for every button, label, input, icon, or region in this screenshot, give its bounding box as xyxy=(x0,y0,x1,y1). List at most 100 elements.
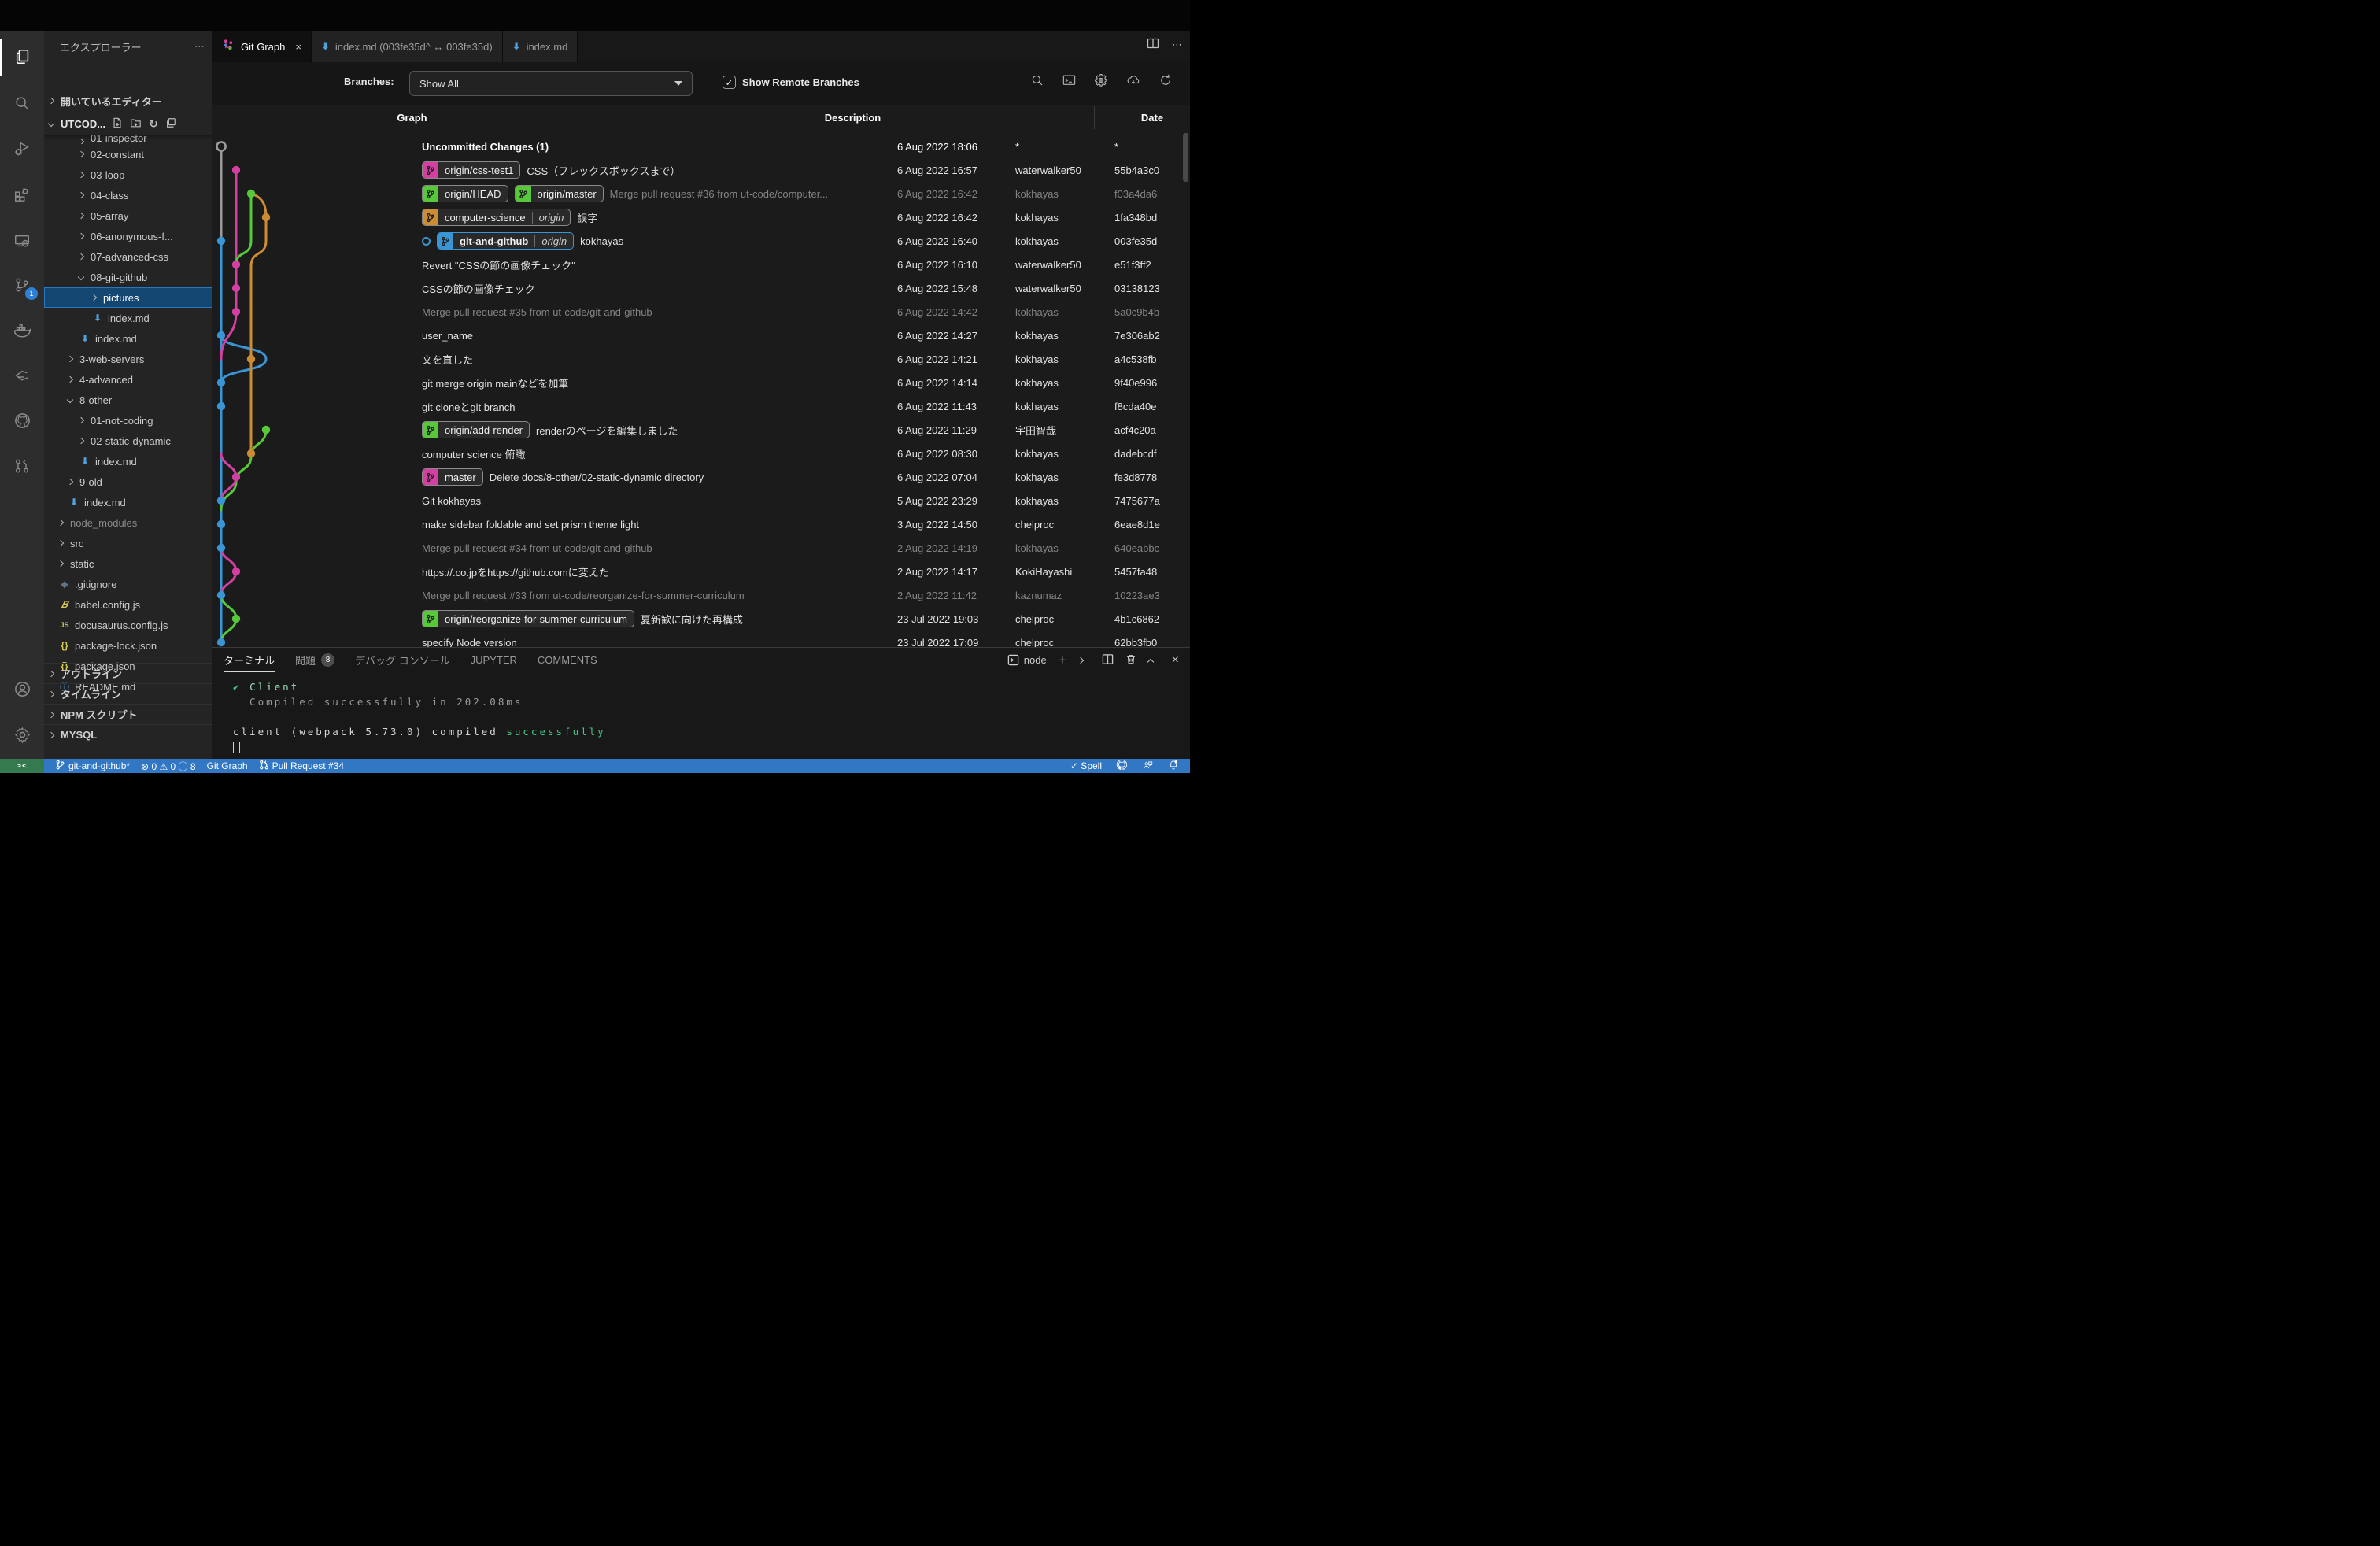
tree-item-04-class[interactable]: 04-class xyxy=(44,185,213,205)
tree-item-08-git-github[interactable]: 08-git-github xyxy=(44,267,213,287)
activity-pull-requests[interactable] xyxy=(0,448,44,486)
status-notifications[interactable] xyxy=(1168,759,1179,773)
tree-item-static[interactable]: static xyxy=(44,553,213,574)
branch-badge-origin-add-render[interactable]: origin/add-render xyxy=(422,421,530,438)
activity-explorer[interactable] xyxy=(0,39,44,76)
tree-item-4-advanced[interactable]: 4-advanced xyxy=(44,369,213,390)
tree-item-03-loop[interactable]: 03-loop xyxy=(44,165,213,185)
activity-gitlens[interactable] xyxy=(0,359,44,397)
activity-github[interactable] xyxy=(0,403,44,441)
tree-item-babel-config-js[interactable]: 𝐵babel.config.js xyxy=(44,594,213,615)
sidebar-section-NPM スクリプト[interactable]: NPM スクリプト xyxy=(44,704,213,724)
tree-item-9-old[interactable]: 9-old xyxy=(44,472,213,492)
commit-author: waterwalker50 xyxy=(1015,158,1110,182)
commit-message: Merge pull request #36 from ut-code/comp… xyxy=(610,188,828,200)
branch-badge-git-and-github[interactable]: git-and-githuborigin xyxy=(437,232,574,250)
table-scrollbar-thumb[interactable] xyxy=(1183,133,1188,182)
tree-item-node-modules[interactable]: node_modules xyxy=(44,512,213,533)
explorer-more-icon[interactable]: ⋯ xyxy=(194,40,205,53)
tab-git[interactable]: Git Graph× xyxy=(213,31,312,62)
terminal-icon[interactable] xyxy=(1062,73,1077,90)
activity-search[interactable] xyxy=(0,85,44,123)
show-remote-branches-checkbox[interactable]: ✓ Show Remote Branches xyxy=(722,76,859,89)
activity-remote-explorer[interactable] xyxy=(0,223,44,261)
tree-item-05-array[interactable]: 05-array xyxy=(44,205,213,226)
terminal-output[interactable]: ✔ Client Compiled successfully in 202.08… xyxy=(233,679,606,754)
chevron-right-icon xyxy=(48,711,54,717)
close-icon[interactable]: × xyxy=(295,41,301,53)
activity-docker[interactable] xyxy=(0,313,44,350)
branch-badge-origin-master[interactable]: origin/master xyxy=(515,185,604,202)
activity-accounts[interactable] xyxy=(0,671,44,709)
search-icon[interactable] xyxy=(1030,73,1044,90)
terminal-dropdown-icon[interactable] xyxy=(1077,656,1083,663)
status-github[interactable] xyxy=(1116,759,1128,773)
tree-item-07-advanced-css[interactable]: 07-advanced-css xyxy=(44,246,213,267)
new-terminal-icon[interactable]: + xyxy=(1059,653,1066,668)
sidebar-section-MYSQL[interactable]: MYSQL xyxy=(44,724,213,745)
activity-source-control[interactable]: 1 xyxy=(0,267,44,305)
activity-settings[interactable] xyxy=(0,717,44,755)
column-header-description[interactable]: Description xyxy=(612,105,1094,131)
tree-item--gitignore[interactable]: ◆.gitignore xyxy=(44,574,213,594)
tree-item-06-anonymous-f-[interactable]: 06-anonymous-f... xyxy=(44,226,213,246)
branch-badge-origin-head[interactable]: origin/HEAD xyxy=(422,185,508,202)
close-panel-icon[interactable]: × xyxy=(1172,653,1179,668)
split-editor-icon[interactable] xyxy=(1147,37,1159,52)
tree-item-3-web-servers[interactable]: 3-web-servers xyxy=(44,349,213,369)
column-header-graph[interactable]: Graph xyxy=(213,105,612,131)
workspace-section-header[interactable]: UTCOD... ↻ xyxy=(44,113,213,135)
status-pull-request[interactable]: Pull Request #34 xyxy=(259,760,344,772)
activity-extensions[interactable] xyxy=(0,176,44,213)
tab-index-md[interactable]: ⬇index.md xyxy=(503,31,578,62)
panel-tab-デバッグ-コンソール[interactable]: デバッグ コンソール xyxy=(355,648,450,672)
tree-item-index-md[interactable]: ⬇index.md xyxy=(44,451,213,472)
status-spell[interactable]: ✓ Spell xyxy=(1070,760,1102,771)
tree-item-package-lock-json[interactable]: {}package-lock.json xyxy=(44,635,213,656)
split-terminal-icon[interactable] xyxy=(1102,653,1114,668)
tree-item-8-other[interactable]: 8-other xyxy=(44,390,213,410)
tree-item-pictures[interactable]: pictures xyxy=(44,287,213,308)
editor-more-icon[interactable]: ⋯ xyxy=(1172,39,1182,51)
status-feedback[interactable] xyxy=(1142,760,1154,773)
tree-item-02-constant[interactable]: 02-constant xyxy=(44,144,213,165)
kill-terminal-icon[interactable] xyxy=(1125,653,1136,668)
tree-item-index-md[interactable]: ⬇index.md xyxy=(44,308,213,328)
status-git-graph[interactable]: Git Graph xyxy=(207,760,248,771)
panel-tab-問題[interactable]: 問題8 xyxy=(295,648,334,672)
sidebar-section-タイムライン[interactable]: タイムライン xyxy=(44,683,213,704)
new-file-icon[interactable] xyxy=(112,117,123,131)
branch-badge-origin-css-test1[interactable]: origin/css-test1 xyxy=(422,161,520,179)
tab-index-md[interactable]: ⬇index.md (003fe35d^ ↔ 003fe35d) xyxy=(312,31,503,62)
tree-item-index-md[interactable]: ⬇index.md xyxy=(44,492,213,512)
branch-badge-computer-science[interactable]: computer-scienceorigin xyxy=(422,209,571,226)
activity-run-debug[interactable] xyxy=(0,131,44,168)
branch-badge-origin-reorganize-for-summer-curriculum[interactable]: origin/reorganize-for-summer-curriculum xyxy=(422,610,634,627)
tree-item-docusaurus-config-js[interactable]: JSdocusaurus.config.js xyxy=(44,615,213,635)
cloud-download-icon[interactable] xyxy=(1125,73,1141,90)
panel-tab-ターミナル[interactable]: ターミナル xyxy=(224,648,275,672)
branch-badge-master[interactable]: master xyxy=(422,468,483,486)
column-header-date[interactable]: Date xyxy=(1094,105,1190,131)
gear-icon[interactable] xyxy=(1094,73,1108,90)
branches-dropdown[interactable]: Show All xyxy=(409,71,693,96)
panel-tab-JUPYTER[interactable]: JUPYTER xyxy=(471,648,517,672)
collapse-folders-icon[interactable] xyxy=(165,117,176,131)
remote-indicator[interactable]: >< xyxy=(0,759,44,773)
tree-item-02-static-dynamic[interactable]: 02-static-dynamic xyxy=(44,431,213,451)
commit-author: kokhayas xyxy=(1015,371,1110,394)
status-branch[interactable]: git-and-github* xyxy=(55,760,130,772)
panel-tab-COMMENTS[interactable]: COMMENTS xyxy=(538,648,597,672)
tree-item-index-md[interactable]: ⬇index.md xyxy=(44,328,213,349)
sidebar-section-アウトライン[interactable]: アウトライン xyxy=(44,663,213,683)
status-problems[interactable]: ⊗ 0 ⚠ 0 ⓘ 8 xyxy=(141,760,196,773)
refresh-explorer-icon[interactable]: ↻ xyxy=(149,117,158,131)
open-editors-section[interactable]: 開いているエディター xyxy=(44,91,213,111)
new-folder-icon[interactable] xyxy=(130,117,142,131)
terminal-shell-item[interactable]: node xyxy=(1007,648,1047,672)
tree-item-01-not-coding[interactable]: 01-not-coding xyxy=(44,410,213,431)
maximize-panel-icon[interactable] xyxy=(1147,658,1153,664)
refresh-icon[interactable] xyxy=(1159,73,1173,90)
tree-item-src[interactable]: src xyxy=(44,533,213,553)
tree-item-01-inspector[interactable]: 01-inspector xyxy=(44,135,213,144)
